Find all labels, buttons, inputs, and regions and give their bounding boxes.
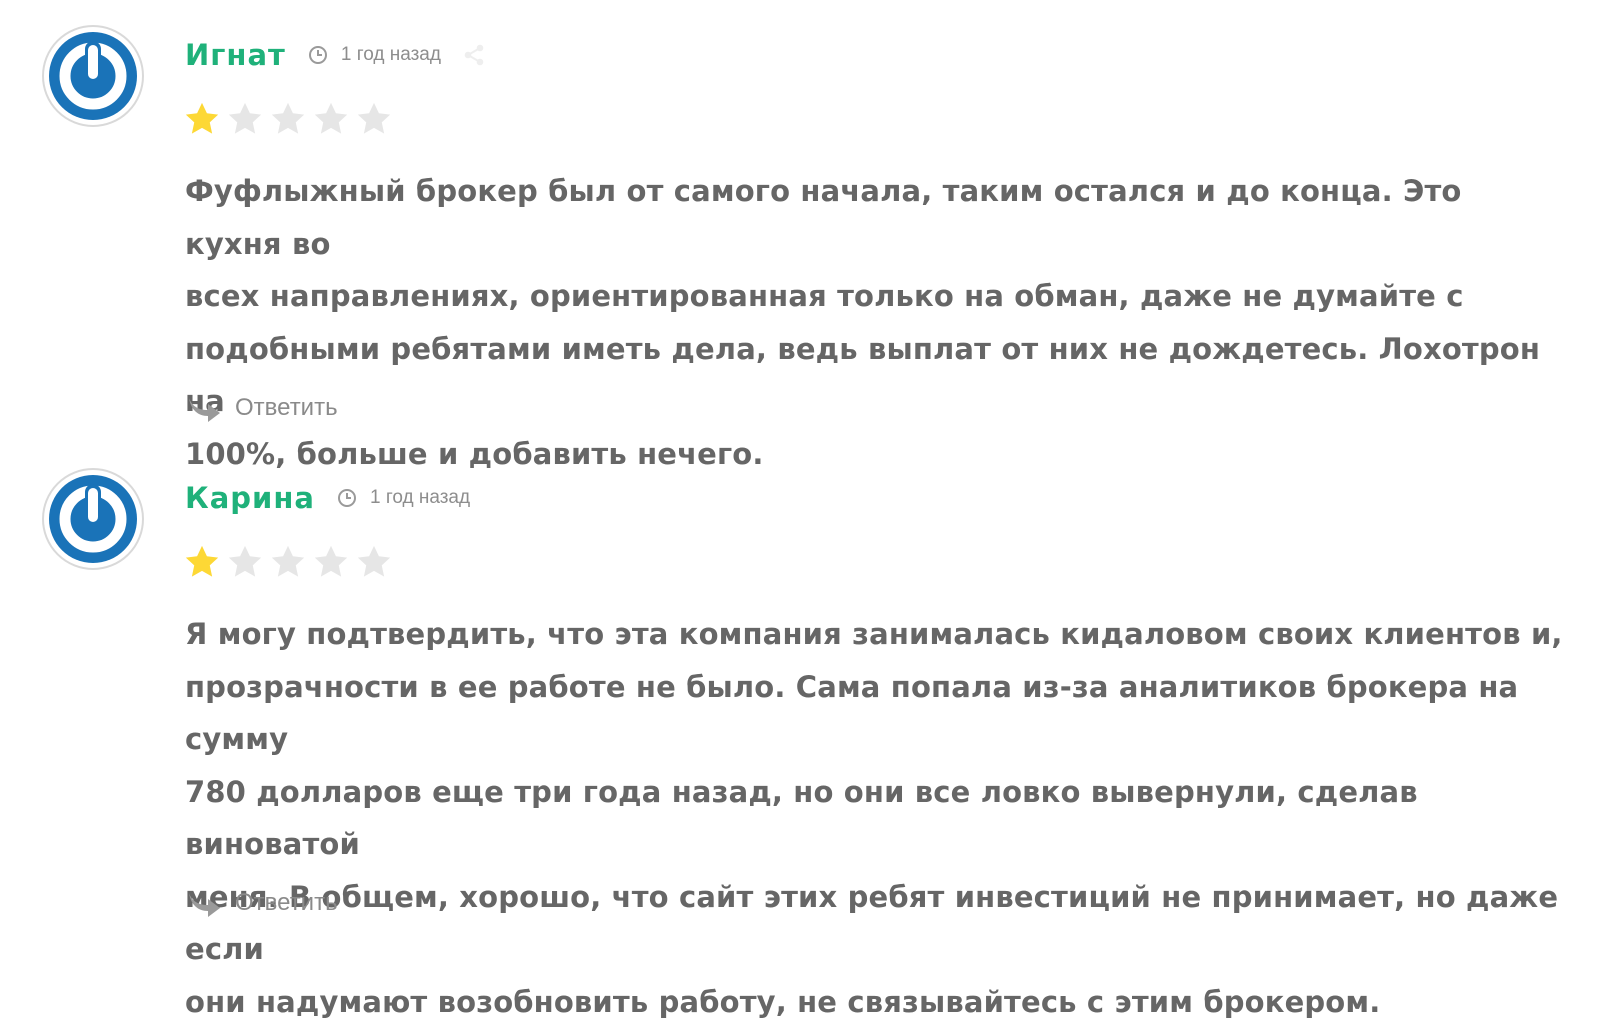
avatar[interactable] <box>42 25 144 127</box>
power-logo-icon <box>48 474 138 564</box>
star-empty-icon <box>355 100 393 138</box>
power-logo-icon <box>48 31 138 121</box>
comment-text-line: 100%, больше и добавить нечего. <box>185 428 1565 481</box>
clock-icon <box>308 45 328 65</box>
avatar[interactable] <box>42 468 144 570</box>
star-empty-icon <box>226 543 264 581</box>
comment-text-line: всех направлениях, ориентированная тольк… <box>185 270 1565 323</box>
comment-text-line: Фуфлыжный брокер был от самого начала, т… <box>185 165 1565 270</box>
star-filled-icon <box>183 543 221 581</box>
timestamp[interactable]: 1 год назад <box>341 44 441 66</box>
star-empty-icon <box>312 100 350 138</box>
comment-text-line: прозрачности в ее работе не было. Сама п… <box>185 661 1565 766</box>
reply-label: Ответить <box>235 394 338 422</box>
comment-text-line: они надумают возобновить работу, не связ… <box>185 976 1565 1028</box>
reply-arrow-icon <box>186 888 222 918</box>
star-empty-icon <box>355 543 393 581</box>
author-name[interactable]: Игнат <box>185 38 286 72</box>
clock-icon <box>337 488 357 508</box>
reply-button[interactable]: Ответить <box>186 393 338 423</box>
reply-arrow-icon <box>186 393 222 423</box>
timestamp[interactable]: 1 год назад <box>370 487 470 509</box>
star-rating <box>183 100 393 138</box>
star-empty-icon <box>226 100 264 138</box>
star-filled-icon <box>183 100 221 138</box>
comment-text: Фуфлыжный брокер был от самого начала, т… <box>185 165 1565 480</box>
comment-text-line: подобными ребятами иметь дела, ведь выпл… <box>185 323 1565 428</box>
star-rating <box>183 543 393 581</box>
comment-header: Карина 1 год назад <box>185 476 470 520</box>
comment-header: Игнат 1 год назад <box>185 33 485 77</box>
star-empty-icon <box>269 543 307 581</box>
comment-text: Я могу подтвердить, что эта компания зан… <box>185 608 1565 1028</box>
author-name[interactable]: Карина <box>185 481 315 515</box>
star-empty-icon <box>312 543 350 581</box>
star-empty-icon <box>269 100 307 138</box>
reply-label: Ответить <box>235 889 338 917</box>
comment-text-line: меня. В общем, хорошо, что сайт этих реб… <box>185 871 1565 976</box>
share-icon[interactable] <box>463 44 485 66</box>
comment-text-line: Я могу подтвердить, что эта компания зан… <box>185 608 1565 661</box>
comment-text-line: 780 долларов еще три года назад, но они … <box>185 766 1565 871</box>
reply-button[interactable]: Ответить <box>186 888 338 918</box>
